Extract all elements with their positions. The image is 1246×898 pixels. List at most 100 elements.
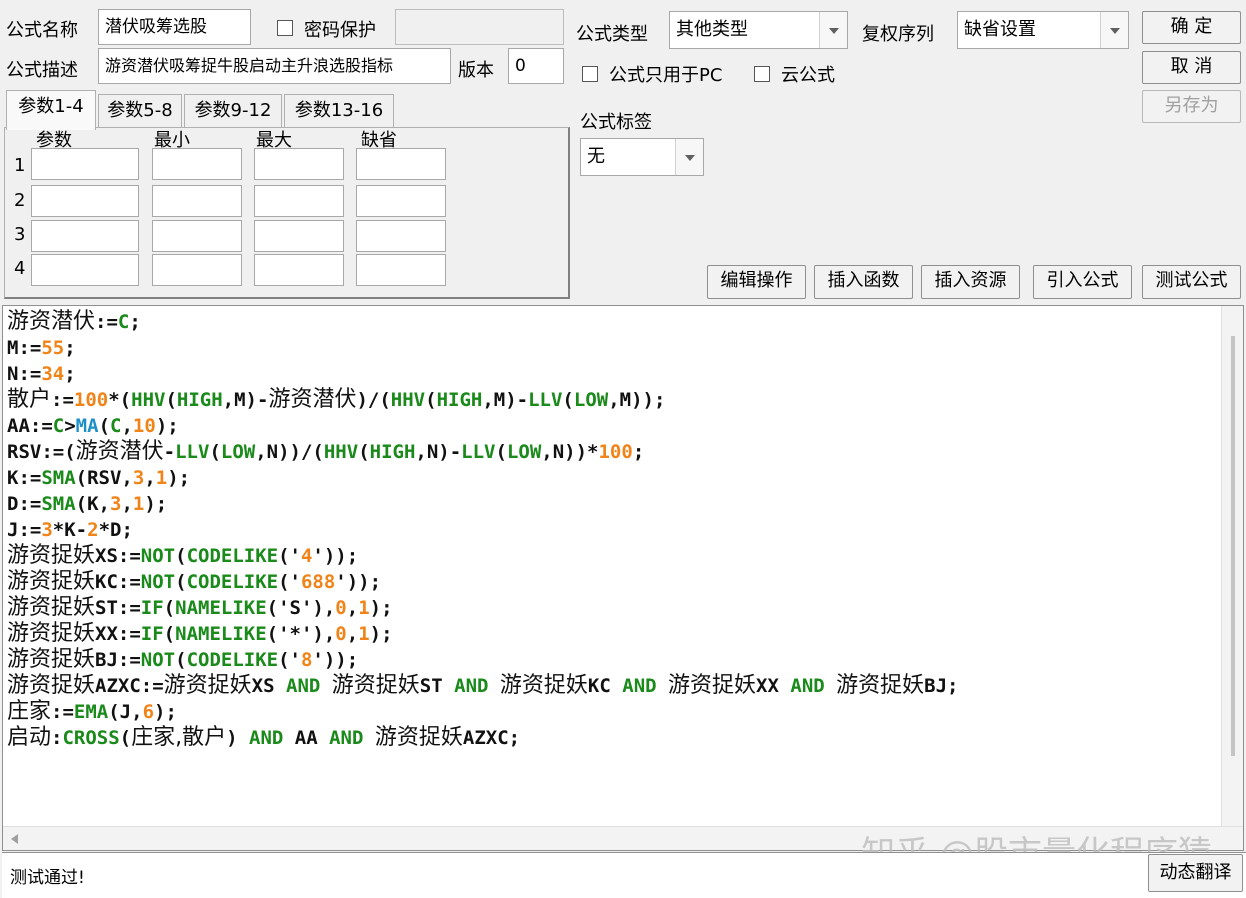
dynamic-translate-button[interactable]: 动态翻译 <box>1148 854 1243 892</box>
code-token: C <box>110 415 122 437</box>
password-input[interactable] <box>395 9 564 45</box>
param-name-input-2[interactable] <box>31 185 139 217</box>
code-token: NOT <box>140 545 176 567</box>
tab-params-1-4[interactable]: 参数1-4 <box>6 90 96 130</box>
formula-type-select[interactable]: 其他类型 <box>669 11 848 49</box>
code-token: CODELIKE <box>186 545 279 567</box>
code-line[interactable]: M:=55; <box>7 335 959 361</box>
code-line[interactable]: 游资捉妖ST:=IF(NAMELIKE('S'),0,1); <box>7 595 959 621</box>
restore-seq-select[interactable]: 缺省设置 <box>957 11 1129 49</box>
code-token: (RSV, <box>75 467 133 489</box>
code-token: BJ; <box>924 675 959 697</box>
param-min-input-1[interactable] <box>152 148 242 180</box>
code-token: 庄家,散户 <box>131 725 227 750</box>
code-line[interactable]: 游资潜伏:=C; <box>7 309 959 335</box>
code-token: 游资捉妖 <box>374 725 463 750</box>
param-max-input-2[interactable] <box>254 185 344 217</box>
param-name-input-3[interactable] <box>31 220 139 252</box>
code-token: , <box>144 467 156 489</box>
code-token: ( <box>175 545 187 567</box>
param-default-input-1[interactable] <box>356 148 446 180</box>
param-name-input-4[interactable] <box>31 254 139 286</box>
scroll-left-icon[interactable] <box>11 834 18 844</box>
code-token: 游资潜伏 <box>7 309 96 334</box>
code-line[interactable]: 启动:CROSS(庄家,散户) AND AA AND 游资捉妖AZXC; <box>7 725 959 751</box>
save-as-button[interactable]: 另存为 <box>1142 90 1241 123</box>
code-token: AZXC:= <box>95 675 164 697</box>
param-max-input-3[interactable] <box>254 220 344 252</box>
param-name-input-1[interactable] <box>31 148 139 180</box>
code-token: , <box>346 623 359 645</box>
vertical-scrollbar[interactable] <box>1221 306 1243 826</box>
param-max-input-1[interactable] <box>254 148 344 180</box>
tab-params-13-16[interactable]: 参数13-16 <box>284 94 394 128</box>
import-formula-button[interactable]: 引入公式 <box>1033 265 1132 299</box>
chevron-down-icon[interactable] <box>675 139 703 175</box>
scrollbar-thumb[interactable] <box>1231 336 1235 756</box>
code-token: 游资捉妖 <box>7 673 96 698</box>
tab-params-5-8[interactable]: 参数5-8 <box>98 94 182 128</box>
code-token: )/( <box>356 389 391 411</box>
code-token: , <box>121 493 133 515</box>
chevron-down-icon[interactable] <box>819 12 847 48</box>
pc-only-checkbox[interactable] <box>582 63 598 84</box>
code-line[interactable]: 游资捉妖XS:=NOT(CODELIKE('4')); <box>7 543 959 569</box>
tab-params-9-12[interactable]: 参数9-12 <box>184 94 282 128</box>
status-area: 测试通过! <box>2 852 1246 898</box>
password-label: 密码保护 <box>304 20 376 41</box>
formula-name-input[interactable]: 潜伏吸筹选股 <box>98 9 251 45</box>
param-max-input-4[interactable] <box>254 254 344 286</box>
code-token: , <box>121 415 133 437</box>
cancel-button[interactable]: 取 消 <box>1142 51 1241 84</box>
code-token: 3 <box>41 519 53 541</box>
code-token: N:= <box>7 363 42 385</box>
insert-func-button[interactable]: 插入函数 <box>814 265 913 299</box>
code-line[interactable]: 游资捉妖KC:=NOT(CODELIKE('688')); <box>7 569 959 595</box>
formula-desc-input[interactable]: 游资潜伏吸筹捉牛股启动主升浪选股指标 <box>98 48 451 84</box>
code-line[interactable]: 游资捉妖XX:=IF(NAMELIKE('*'),0,1); <box>7 621 959 647</box>
code-editor[interactable]: 游资潜伏:=C; M:=55; N:=34; 散户:=100*(HHV(HIGH,M)… <box>2 305 1244 851</box>
code-token: C <box>52 415 65 437</box>
code-line[interactable]: N:=34; <box>7 361 959 387</box>
code-line[interactable]: 散户:=100*(HHV(HIGH,M)-游资潜伏)/(HHV(HIGH,M)-… <box>7 387 959 413</box>
code-token: ; <box>64 363 76 385</box>
code-token: XS:= <box>95 545 141 567</box>
confirm-button[interactable]: 确 定 <box>1142 11 1241 44</box>
cloud-checkbox[interactable] <box>754 63 770 84</box>
code-line[interactable]: D:=SMA(K,3,1); <box>7 491 959 517</box>
test-formula-button[interactable]: 测试公式 <box>1142 265 1241 299</box>
code-line[interactable]: K:=SMA(RSV,3,1); <box>7 465 959 491</box>
code-line[interactable]: 游资捉妖AZXC:=游资捉妖XS AND 游资捉妖ST AND 游资捉妖KC A… <box>7 673 959 699</box>
code-token: AND <box>329 727 364 749</box>
code-token: - <box>163 441 176 463</box>
tag-select[interactable]: 无 <box>580 138 704 176</box>
insert-res-button[interactable]: 插入资源 <box>921 265 1020 299</box>
code-token: := <box>95 311 118 333</box>
code-token: SMA <box>41 493 76 515</box>
param-default-input-4[interactable] <box>356 254 446 286</box>
code-token: 100 <box>73 389 109 411</box>
param-default-input-3[interactable] <box>356 220 446 252</box>
code-line[interactable]: 游资捉妖BJ:=NOT(CODELIKE('8')); <box>7 647 959 673</box>
code-token: ); <box>369 597 393 619</box>
param-default-input-2[interactable] <box>356 185 446 217</box>
param-min-input-2[interactable] <box>152 185 242 217</box>
password-checkbox[interactable] <box>277 17 293 38</box>
code-token: 散户 <box>7 387 52 412</box>
code-text[interactable]: 游资潜伏:=C; M:=55; N:=34; 散户:=100*(HHV(HIGH,M)… <box>7 309 959 751</box>
code-line[interactable]: 庄家:=EMA(J,6); <box>7 699 959 725</box>
code-token: 0 <box>335 597 347 619</box>
code-line[interactable]: RSV:=(游资潜伏-LLV(LOW,N))/(HHV(HIGH,N)-LLV(… <box>7 439 959 465</box>
code-line[interactable]: AA:=C>MA(C,10); <box>7 413 959 439</box>
code-token: CROSS <box>62 727 120 749</box>
param-min-input-3[interactable] <box>152 220 242 252</box>
code-token: ); <box>167 467 191 489</box>
edit-ops-button[interactable]: 编辑操作 <box>707 265 806 299</box>
param-min-input-4[interactable] <box>152 254 242 286</box>
code-token: C <box>117 311 130 333</box>
code-token: AZXC; <box>462 727 521 749</box>
version-input[interactable]: 0 <box>508 48 564 84</box>
code-line[interactable]: J:=3*K-2*D; <box>7 517 959 543</box>
chevron-down-icon[interactable] <box>1100 12 1128 48</box>
